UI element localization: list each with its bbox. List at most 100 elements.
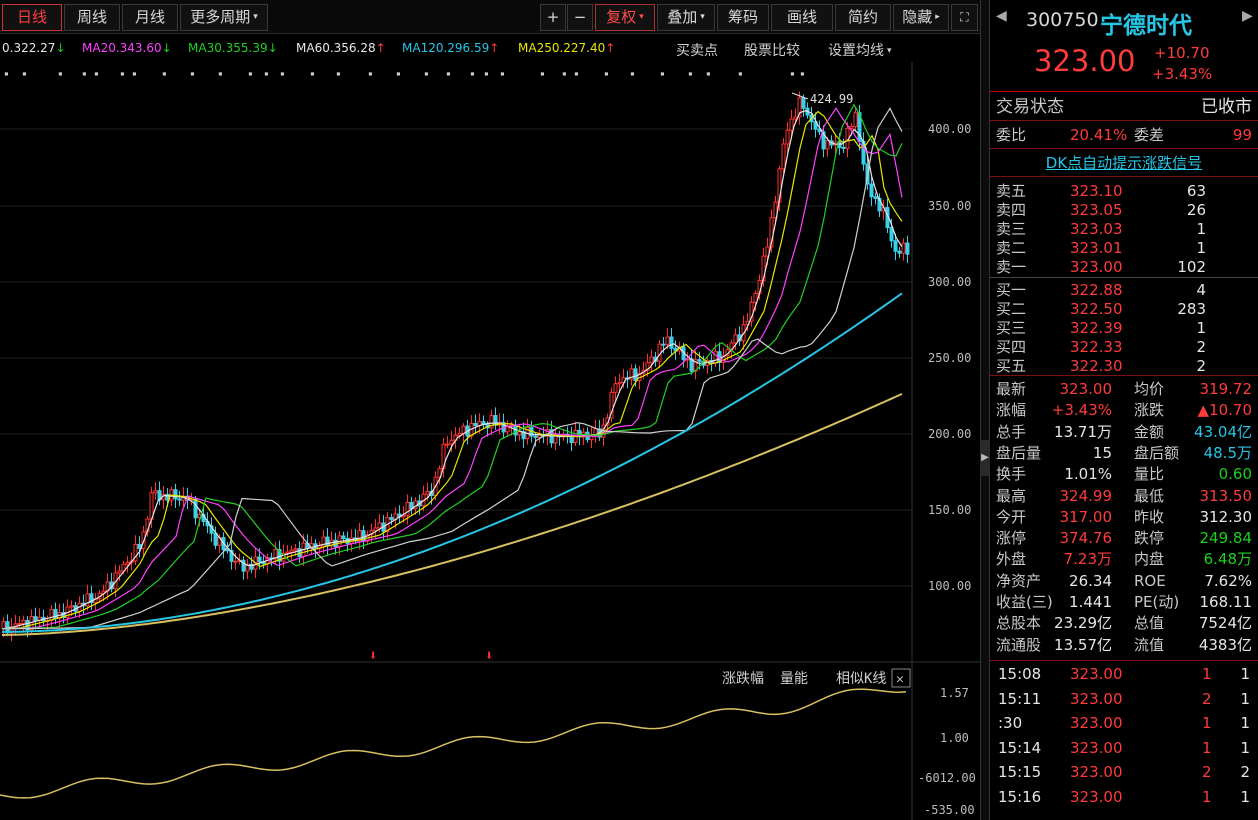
- event-marker-icon[interactable]: ▪: [22, 69, 27, 78]
- stat-row: 外盘 7.23万 内盘 6.48万: [996, 549, 1252, 569]
- event-marker-icon[interactable]: ▪: [248, 69, 253, 78]
- event-marker-icon[interactable]: ▪: [4, 69, 9, 78]
- event-marker-icon[interactable]: ▪: [58, 69, 63, 78]
- stat-value: 313.50: [1199, 486, 1253, 505]
- event-marker-icon[interactable]: ▪: [630, 69, 635, 78]
- event-marker-icon[interactable]: ▪: [790, 69, 795, 78]
- stat-label: 涨跌: [1134, 401, 1165, 420]
- price-change-pct: +3.43%: [1152, 65, 1213, 83]
- bid-row: 买五 322.30 2: [996, 356, 1252, 376]
- event-marker-icon[interactable]: ▪: [280, 69, 285, 78]
- candle-body: [661, 343, 666, 346]
- event-marker-icon[interactable]: ▪: [132, 69, 137, 78]
- event-markers: ▪ ▪ ▪ ▪ ▪ ▪ ▪ ▪ ▪ ▪ ▪ ▪ ▪ ▪ ▪ ▪ ▪ ▪ ▪ ▪ ▪ ▪ ▪ ▪ ▪ ▪ ▪ ▪ ▪ ▪ ▪ ▪ ▪: [4, 69, 805, 78]
- stat-label: 净资产: [996, 571, 1042, 590]
- event-marker-icon[interactable]: ▪: [396, 69, 401, 78]
- candle-body: [461, 425, 466, 434]
- candle-body: [873, 196, 878, 199]
- tick-row: 15:08 323.00 1 1: [996, 664, 1252, 684]
- event-marker-icon[interactable]: ▪: [190, 69, 195, 78]
- stat-label: 量比: [1134, 465, 1165, 484]
- kline-chart[interactable]: ▪ ▪ ▪ ▪ ▪ ▪ ▪ ▪ ▪ ▪ ▪ ▪ ▪ ▪ ▪ ▪ ▪ ▪ ▪ ▪ ▪ ▪ ▪ ▪ ▪ ▪ ▪ ▪ ▪ ▪ ▪ ▪ ▪ 424.99…: [0, 0, 980, 820]
- stat-value: 319.72: [1199, 380, 1253, 398]
- event-marker-icon[interactable]: ▪: [264, 69, 269, 78]
- event-marker-icon[interactable]: ▪: [738, 69, 743, 78]
- tick-row: 15:16 323.00 1 1: [996, 787, 1252, 807]
- ask-level-label: 卖一: [996, 258, 1027, 276]
- stat-value: 1.01%: [1064, 465, 1112, 484]
- event-marker-icon[interactable]: ▪: [368, 69, 373, 78]
- stat-value: 7.23万: [1063, 550, 1112, 569]
- ask-level-label: 卖四: [996, 201, 1027, 219]
- tick-volume: 1: [1202, 787, 1212, 806]
- sub-chart-tabs: 涨跌幅 量能 相似K线: [722, 671, 886, 687]
- stat-label: 流值: [1134, 635, 1165, 654]
- event-marker-icon[interactable]: ▪: [218, 69, 223, 78]
- weibi-value: 20.41%: [1070, 126, 1128, 144]
- event-marker-icon[interactable]: ▪: [574, 69, 579, 78]
- stat-row: 涨停 374.76 跌停 249.84: [996, 528, 1252, 548]
- stat-label: 跌停: [1134, 529, 1165, 548]
- ask-price: 323.10: [1070, 182, 1123, 200]
- tick-price: 323.00: [1070, 787, 1123, 806]
- bid-volume: 283: [1177, 300, 1206, 318]
- event-marker-icon[interactable]: ▪: [688, 69, 693, 78]
- event-marker-icon[interactable]: ▪: [446, 69, 451, 78]
- sub-tab-similar-kline[interactable]: 相似K线: [836, 671, 886, 687]
- bid-price: 322.39: [1070, 319, 1123, 337]
- candle-body: [901, 242, 906, 254]
- stat-row: 今开 317.00 昨收 312.30: [996, 507, 1252, 527]
- sub-tab-change[interactable]: 涨跌幅: [722, 671, 764, 687]
- event-marker-icon[interactable]: ▪: [500, 69, 505, 78]
- event-marker-icon[interactable]: ▪: [470, 69, 475, 78]
- candle-body: [649, 356, 654, 364]
- candle-body: [789, 118, 794, 131]
- dk-signal-link[interactable]: DK点自动提示涨跌信号: [990, 152, 1258, 173]
- stat-label: 最低: [1134, 486, 1165, 505]
- prev-stock-icon[interactable]: ◀: [996, 8, 1007, 24]
- event-marker-icon[interactable]: ▪: [484, 69, 489, 78]
- event-marker-icon[interactable]: ▪: [120, 69, 125, 78]
- event-marker-icon[interactable]: ▪: [540, 69, 545, 78]
- bid-level-label: 买五: [996, 357, 1027, 375]
- candle-body: [405, 501, 410, 516]
- bid-row: 买一 322.88 4: [996, 280, 1252, 300]
- event-marker-icon[interactable]: ▪: [800, 69, 805, 78]
- candle-body: [117, 570, 122, 574]
- tick-price: 323.00: [1070, 763, 1123, 781]
- stat-value: 249.84: [1199, 529, 1253, 548]
- ask-row: 卖四 323.05 26: [996, 200, 1252, 220]
- event-marker-icon[interactable]: ▪: [562, 69, 567, 78]
- weibi-row: 委比 20.41% 委差 99: [996, 125, 1252, 145]
- stat-value: 374.76: [1059, 529, 1113, 548]
- event-marker-icon[interactable]: ▪: [336, 69, 341, 78]
- stat-label: 金额: [1134, 422, 1165, 441]
- event-marker-icon[interactable]: ▪: [82, 69, 87, 78]
- stock-code: 300750: [1026, 9, 1099, 31]
- event-marker-icon[interactable]: ▪: [706, 69, 711, 78]
- tick-row: 15:14 323.00 1 1: [996, 738, 1252, 758]
- event-marker-icon[interactable]: ▪: [310, 69, 315, 78]
- collapse-panel-icon[interactable]: ▶: [980, 440, 990, 476]
- bid-row: 买四 322.33 2: [996, 337, 1252, 357]
- sub-tab-volume[interactable]: 量能: [780, 671, 808, 687]
- tick-time: 15:16: [998, 787, 1042, 806]
- candle-body: [893, 240, 898, 252]
- ask-level-label: 卖二: [996, 239, 1027, 257]
- sub-chart-close-button[interactable]: ✕: [891, 668, 911, 688]
- candle-body: [293, 548, 298, 551]
- stat-label: 盘后量: [996, 443, 1042, 462]
- close-icon: ✕: [896, 672, 904, 687]
- event-marker-icon[interactable]: ▪: [424, 69, 429, 78]
- event-marker-icon[interactable]: ▪: [94, 69, 99, 78]
- event-marker-icon[interactable]: ▪: [162, 69, 167, 78]
- next-stock-icon[interactable]: ▶: [1242, 8, 1253, 24]
- stat-row: 流通股 13.57亿 流值 4383亿: [996, 635, 1252, 655]
- signal-arrow-icon: ⬇: [369, 648, 377, 664]
- stat-value: ▲10.70: [1197, 401, 1252, 420]
- sub-chart-line: [0, 688, 907, 799]
- event-marker-icon[interactable]: ▪: [660, 69, 665, 78]
- panel-divider[interactable]: [980, 0, 990, 820]
- event-marker-icon[interactable]: ▪: [604, 69, 609, 78]
- stat-row: 总股本 23.29亿 总值 7524亿: [996, 613, 1252, 633]
